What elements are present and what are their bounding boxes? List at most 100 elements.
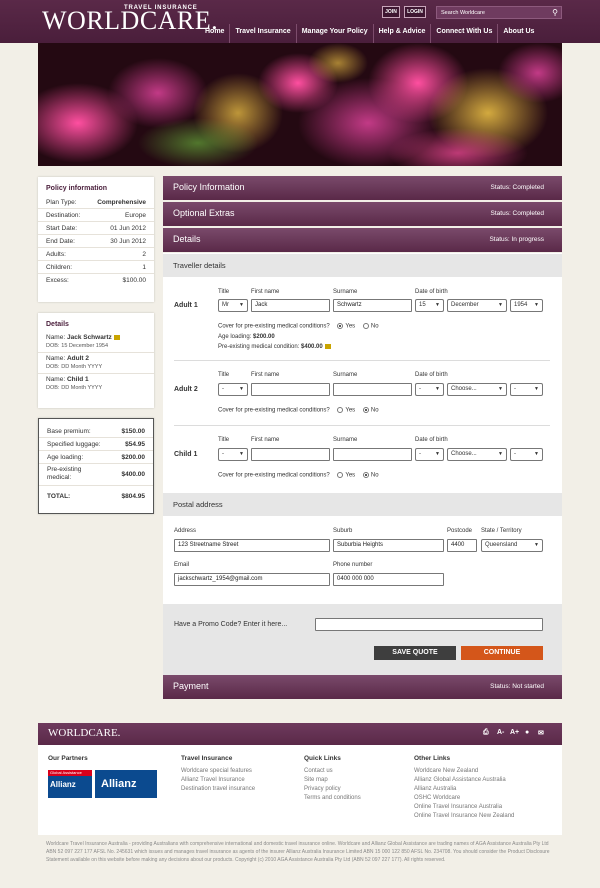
- adult2-title-select[interactable]: - ▼: [218, 383, 248, 396]
- premium-row: Age loading: $200.00: [39, 451, 153, 464]
- child1-day-select[interactable]: - ▼: [415, 448, 444, 461]
- policy-row: Excess: $100.00: [46, 277, 146, 284]
- footer-link[interactable]: Privacy policy: [304, 785, 361, 794]
- search-input[interactable]: [437, 7, 547, 18]
- premium-card: Base premium: $150.00 Specified luggage: $…: [38, 418, 154, 514]
- footer-link[interactable]: Worldcare special features: [181, 767, 255, 776]
- footer-logo[interactable]: WORLDCARE.: [48, 727, 120, 739]
- nav-home[interactable]: Home: [200, 24, 229, 43]
- section-details[interactable]: Details Status: In progress: [163, 228, 562, 252]
- adult2-cover-no-radio[interactable]: [362, 407, 369, 413]
- nav-connect[interactable]: Connect With Us: [430, 24, 497, 43]
- adult1-cover-yes-radio[interactable]: [337, 323, 344, 329]
- edit-icon[interactable]: [324, 344, 331, 349]
- traveller-details-header: Traveller details: [163, 254, 562, 277]
- traveller-name: Child 1: [66, 376, 89, 383]
- adult1-day-select[interactable]: 15 ▼: [415, 299, 444, 312]
- footer-link[interactable]: Contact us: [304, 767, 361, 776]
- promo-code-input[interactable]: [315, 618, 543, 631]
- col-dob-label: Date of birth: [415, 372, 448, 378]
- child1-month-select[interactable]: Choose... ▼: [447, 448, 507, 461]
- col-title-label: Title: [218, 372, 230, 378]
- footer-link[interactable]: Online Travel Insurance New Zealand: [414, 812, 514, 821]
- policy-row: Plan Type: Comprehensive: [38, 196, 154, 209]
- suburb-field[interactable]: Suburbia Heights: [333, 539, 444, 552]
- save-quote-button[interactable]: SAVE QUOTE: [374, 646, 456, 660]
- child1-cover-yes-radio[interactable]: [337, 472, 344, 478]
- traveller-name: Jack Schwartz: [66, 334, 112, 341]
- chevron-down-icon: ▼: [239, 386, 244, 392]
- footer-bar: WORLDCARE. ⎙ A- A+ ● ✉: [38, 723, 562, 745]
- adult1-title-select[interactable]: Mr ▼: [218, 299, 248, 312]
- adult1-month-select[interactable]: December ▼: [447, 299, 507, 312]
- adult2-surname[interactable]: [333, 383, 412, 396]
- allianz-global-logo[interactable]: Global Assistance Allianz: [48, 770, 92, 798]
- premium-row: Specified luggage: $54.95: [39, 438, 153, 451]
- child1-year-select[interactable]: - ▼: [510, 448, 543, 461]
- section-status: Status: In progress: [489, 236, 544, 243]
- nav-travel-insurance[interactable]: Travel Insurance: [229, 24, 295, 43]
- edit-icon[interactable]: [113, 334, 120, 340]
- share-icon[interactable]: ●: [525, 729, 529, 736]
- child1-cover-no-radio[interactable]: [362, 472, 369, 478]
- text-smaller-button[interactable]: A-: [497, 729, 504, 736]
- footer-link[interactable]: Allianz Global Assistance Australia: [414, 776, 514, 785]
- address-label: Address: [174, 528, 197, 534]
- search-icon[interactable]: ⚲: [552, 8, 558, 17]
- chevron-down-icon: ▼: [435, 386, 440, 392]
- traveller-summary: Name: Adult 2 DOB: DD Month YYYY: [38, 353, 154, 374]
- adult1-surname[interactable]: Schwartz: [333, 299, 412, 312]
- print-icon[interactable]: ⎙: [483, 729, 489, 737]
- state-select[interactable]: Queensland ▼: [481, 539, 543, 552]
- section-policy-information[interactable]: Policy Information Status: Completed: [163, 176, 562, 200]
- adult2-month-select[interactable]: Choose... ▼: [447, 383, 507, 396]
- footer-link[interactable]: Terms and conditions: [304, 794, 361, 803]
- continue-button[interactable]: CONTINUE: [461, 646, 543, 660]
- join-button[interactable]: JOIN: [382, 6, 400, 18]
- partners-column: Our Partners Global Assistance Allianz A…: [48, 755, 157, 798]
- carnival-banner-image: [38, 43, 562, 166]
- col-dob-label: Date of birth: [415, 437, 448, 443]
- details-card: Details Name: Jack Schwartz DOB: 15 Dece…: [38, 313, 154, 408]
- other-links: Other Links Worldcare New Zealand Allian…: [414, 755, 515, 821]
- chevron-down-icon: ▼: [534, 542, 539, 548]
- section-optional-extras[interactable]: Optional Extras Status: Completed: [163, 202, 562, 226]
- child1-surname[interactable]: [333, 448, 412, 461]
- footer-link[interactable]: Worldcare New Zealand: [414, 767, 514, 776]
- nav-help-advice[interactable]: Help & Advice: [372, 24, 431, 43]
- footer-body: Our Partners Global Assistance Allianz A…: [38, 745, 562, 835]
- chat-icon[interactable]: ✉: [538, 729, 544, 737]
- nav-about[interactable]: About Us: [497, 24, 539, 43]
- adult1-year-select[interactable]: 1954 ▼: [510, 299, 543, 312]
- footer-link[interactable]: Allianz Travel Insurance: [181, 776, 255, 785]
- phone-field[interactable]: 0400 000 000: [333, 573, 444, 586]
- footer-link[interactable]: Destination travel insurance: [181, 785, 255, 794]
- allianz-logo[interactable]: Allianz: [95, 770, 157, 798]
- adult2-cover-yes-radio[interactable]: [337, 407, 344, 413]
- adult-2-label: Adult 2: [174, 386, 198, 393]
- email-field[interactable]: jackschwartz_1954@gmail.com: [174, 573, 330, 586]
- footer-link[interactable]: Allianz Australia: [414, 785, 514, 794]
- child1-first-name[interactable]: [251, 448, 330, 461]
- login-button[interactable]: LOGIN: [404, 6, 426, 18]
- worldcare-logo[interactable]: WORLDCARE. TRAVEL INSURANCE: [42, 5, 218, 34]
- postcode-field[interactable]: 4400: [447, 539, 477, 552]
- col-first-label: First name: [251, 437, 280, 443]
- adult2-year-select[interactable]: - ▼: [510, 383, 543, 396]
- text-larger-button[interactable]: A+: [510, 729, 519, 736]
- col-surname-label: Surname: [333, 372, 358, 378]
- footer-link[interactable]: Site map: [304, 776, 361, 785]
- policy-row: Start Date: 01 Jun 2012: [38, 222, 154, 235]
- details-card-title: Details: [46, 321, 69, 328]
- address-field[interactable]: 123 Streetname Street: [174, 539, 330, 552]
- child1-title-select[interactable]: - ▼: [218, 448, 248, 461]
- adult1-cover-no-radio[interactable]: [362, 323, 369, 329]
- footer-link[interactable]: Online Travel Insurance Australia: [414, 803, 514, 812]
- footer-link[interactable]: OSHC Worldcare: [414, 794, 514, 803]
- child-1-label: Child 1: [174, 451, 198, 458]
- adult2-first-name[interactable]: [251, 383, 330, 396]
- adult2-day-select[interactable]: - ▼: [415, 383, 444, 396]
- section-payment[interactable]: Payment Status: Not started: [163, 675, 562, 699]
- nav-manage-policy[interactable]: Manage Your Policy: [295, 24, 373, 43]
- adult1-first-name[interactable]: Jack: [251, 299, 330, 312]
